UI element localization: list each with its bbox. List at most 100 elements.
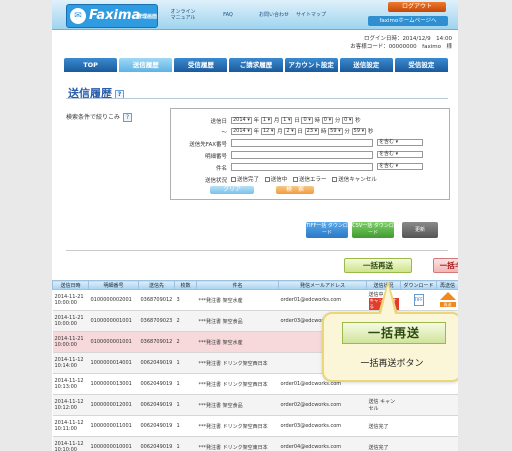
cell-pages: 3 <box>174 289 197 311</box>
subject-input[interactable] <box>231 163 373 171</box>
table-row[interactable]: 2014-11-12 10:12:00 1000000012001 00620490… <box>52 394 458 416</box>
cell-date: 2014-11-21 10:00:00 <box>52 331 89 353</box>
tab-send-settings[interactable]: 送信設定 <box>339 58 393 72</box>
status-sending-checkbox[interactable]: 送信中 <box>264 177 287 183</box>
tab-account-settings[interactable]: アカウント設定 <box>284 58 338 72</box>
column-header[interactable]: 明細番号 <box>88 280 139 290</box>
column-header[interactable]: 送信日時 <box>52 280 89 290</box>
status-error-checkbox[interactable]: 送信エラー <box>293 177 327 183</box>
table-row[interactable]: 2014-11-12 10:11:00 1000000011001 00620490… <box>52 415 458 437</box>
status-text: 送信完了 <box>368 444 389 451</box>
detail-number-input[interactable] <box>231 151 373 159</box>
tab-receive-settings[interactable]: 受信設定 <box>394 58 448 72</box>
home-link[interactable]: faximoホームページへ <box>368 16 448 26</box>
status-checkboxes: 送信完了 送信中 送信エラー 送信キャンセル <box>231 175 377 183</box>
cell-status: 送信 キャンセル <box>366 394 401 416</box>
nav-contact[interactable]: お問い合わせ <box>256 12 292 18</box>
bulk-cancel-button[interactable]: 一括キャンセル <box>433 258 458 273</box>
callout-bubble: 一括再送 一括再送ボタン <box>322 312 458 382</box>
column-header[interactable]: 送信先 <box>138 280 175 290</box>
subject-label: 件名 <box>215 166 227 172</box>
header-bar: ✉ Faxima 管理画面 オンライン マニュアル FAQ お問い合わせ サイト… <box>52 0 458 30</box>
from-hour-select[interactable]: 0 ▾ <box>301 117 313 124</box>
cell-subject: ***発注書 ドリンク架空東日本 <box>196 436 279 451</box>
bulk-resend-button[interactable]: 一括再送 <box>344 258 412 273</box>
faxima-logo[interactable]: ✉ Faxima 管理画面 <box>66 4 158 28</box>
to-sec-select[interactable]: 59 ▾ <box>351 128 367 135</box>
column-header: 枚数 <box>174 280 197 290</box>
csv-bulk-download-button[interactable]: CSV一括 ダウンロード <box>352 222 394 238</box>
cell-status: 送信完了 <box>366 436 401 451</box>
tab-top[interactable]: TOP <box>64 58 118 72</box>
status-text: 送信完了 <box>368 423 389 430</box>
to-month-select[interactable]: 12 ▾ <box>260 128 276 135</box>
cell-id: 1000000010001 <box>88 436 139 451</box>
fax-contains-select[interactable]: を含む ▾ <box>377 139 423 146</box>
cell-date: 2014-11-12 10:14:00 <box>52 352 89 374</box>
nav-manual[interactable]: オンライン マニュアル <box>170 9 196 21</box>
cell-resend: 再送 <box>436 289 458 311</box>
column-header: 再送信 <box>436 280 458 290</box>
cell-pages: 1 <box>174 352 197 374</box>
customer-info: お客様コード：00000000 faximo 様 <box>350 44 452 50</box>
date-label: 送信日 <box>210 119 227 125</box>
cell-id: 1000000012001 <box>88 394 139 416</box>
cell-download <box>400 394 437 416</box>
logo-subtitle: 管理画面 <box>137 14 158 20</box>
refresh-button[interactable]: 更新 <box>402 222 438 238</box>
cell-resend <box>436 394 458 416</box>
section-divider <box>66 250 448 251</box>
date-from-row: 2014 ▾ 年 1 ▾ 月 1 ▾ 日 0 ▾ 時 0 ▾ 分 0 ▾ 秒 <box>231 117 361 124</box>
cell-download: TIFF <box>400 289 437 311</box>
callout-caption: 一括再送ボタン <box>360 359 424 369</box>
resend-arrow-icon[interactable]: 再送 <box>439 292 456 307</box>
detail-contains-select[interactable]: を含む ▾ <box>377 151 423 158</box>
login-datetime: ログイン日時：2014/12/9 14:00 <box>363 36 452 42</box>
cell-id: 1000000013001 <box>88 373 139 395</box>
cell-pages: 1 <box>174 394 197 416</box>
status-cancel-checkbox[interactable]: 送信キャンセル <box>332 177 377 183</box>
fax-number-input[interactable] <box>231 139 373 147</box>
subject-contains-select[interactable]: を含む ▾ <box>377 163 423 170</box>
nav-faq[interactable]: FAQ <box>220 12 236 18</box>
from-day-select[interactable]: 1 ▾ <box>281 117 293 124</box>
to-year-select[interactable]: 2014 ▾ <box>231 128 252 135</box>
from-min-select[interactable]: 0 ▾ <box>321 117 334 124</box>
cell-date: 2014-11-21 10:00:00 <box>52 289 89 311</box>
cell-subject: ***発注書 架空食品 <box>196 310 279 332</box>
to-hour-select[interactable]: 23 ▾ <box>304 128 320 135</box>
nav-sitemap[interactable]: サイトマップ <box>296 12 326 18</box>
callout-pointer-inner <box>381 285 395 314</box>
callout-bulk-resend-button: 一括再送 <box>342 322 446 344</box>
search-button[interactable]: 検 索 <box>276 186 314 194</box>
to-day-select[interactable]: 2 ▾ <box>284 128 296 135</box>
logout-button[interactable]: ログアウト <box>388 2 446 12</box>
cell-date: 2014-11-12 10:13:00 <box>52 373 89 395</box>
fax-icon: ✉ <box>70 8 86 24</box>
cell-subject: ***発注書 ドリンク架空西日本 <box>196 352 279 374</box>
fax-number-label: 送信先FAX番号 <box>189 142 227 148</box>
cell-mail: order04@edcworks.com <box>278 436 367 451</box>
from-year-select[interactable]: 2014 ▾ <box>231 117 252 124</box>
main-tabs: TOP 送信履歴 受信履歴 ご請求履歴 アカウント設定 送信設定 受信設定 <box>64 58 448 72</box>
cell-mail: order03@edcworks.com <box>278 415 367 437</box>
cell-pages: 1 <box>174 373 197 395</box>
to-min-select[interactable]: 59 ▾ <box>328 128 343 135</box>
tiff-bulk-download-button[interactable]: TIFF一括 ダウンロード <box>306 222 348 238</box>
clear-button[interactable]: クリア <box>210 186 254 194</box>
help-icon[interactable]: ? <box>123 113 133 122</box>
filter-label: 検索条件で絞りこみ? <box>66 112 133 122</box>
table-row[interactable]: 2014-11-12 10:10:00 1000000010001 00620490… <box>52 436 458 451</box>
tab-receive-history[interactable]: 受信履歴 <box>174 58 228 72</box>
cell-to: 0062049019 <box>138 436 175 451</box>
from-sec-select[interactable]: 0 ▾ <box>342 117 354 124</box>
tab-billing-history[interactable]: ご請求履歴 <box>229 58 283 72</box>
cell-resend <box>436 415 458 437</box>
from-month-select[interactable]: 1 ▾ <box>260 117 273 124</box>
cell-to: 0062049019 <box>138 415 175 437</box>
tab-send-history[interactable]: 送信履歴 <box>119 58 173 72</box>
cell-date: 2014-11-12 10:12:00 <box>52 394 89 416</box>
status-label: 送信状況 <box>204 178 227 184</box>
tiff-file-icon[interactable]: TIFF <box>413 294 424 306</box>
status-complete-checkbox[interactable]: 送信完了 <box>231 177 259 183</box>
